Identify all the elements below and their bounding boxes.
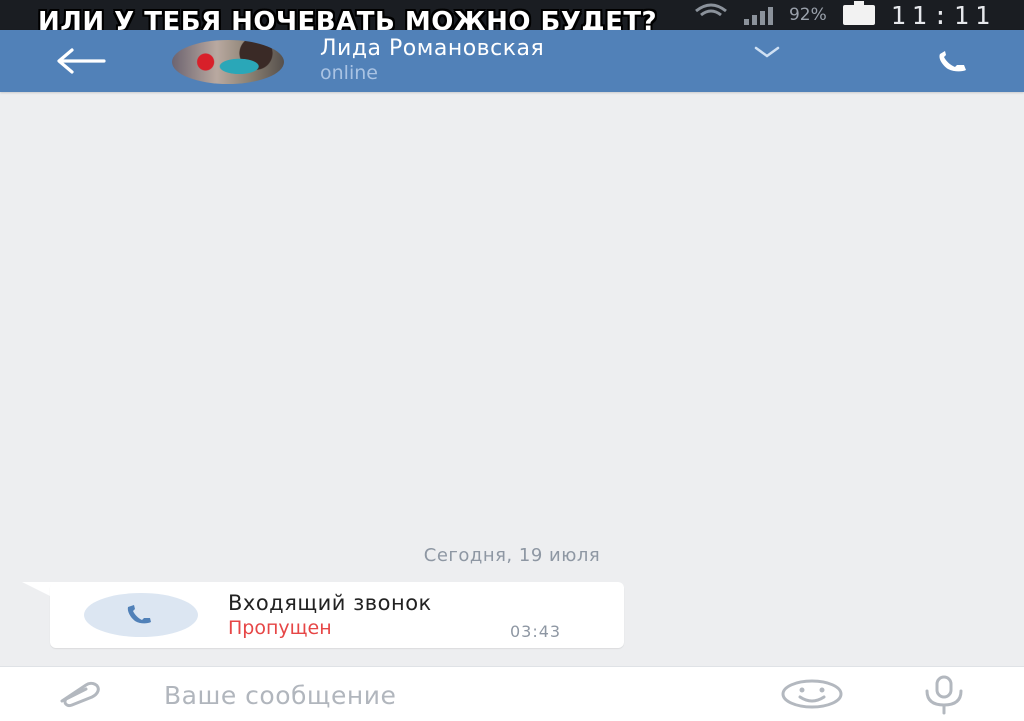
paperclip-icon [60,681,100,707]
microphone-icon [925,675,963,715]
message-input[interactable] [162,675,746,715]
signal-icon [743,5,773,25]
mic-button[interactable] [912,673,976,717]
status-indicators: 92% 11:11 [694,0,996,30]
arrow-left-icon [57,48,106,74]
call-icon-circle [84,593,198,637]
message-composer [0,666,1024,721]
status-time: 11:11 [890,0,996,30]
chevron-down-icon[interactable] [752,44,782,60]
emoji-button[interactable] [778,675,846,713]
battery-percent: 92% [788,5,827,25]
call-message-bubble[interactable]: Входящий звонок Пропущен 03:43 [50,582,624,648]
message-time: 03:43 [510,622,562,641]
call-title: Входящий звонок [228,591,432,615]
contact-name[interactable]: Лида Романовская [320,36,544,61]
call-status: Пропущен [228,617,332,639]
chat-header: Лида Романовская online [0,30,1024,92]
wifi-icon [694,3,728,28]
back-button[interactable] [50,42,110,80]
smiley-icon [781,679,843,709]
date-separator: Сегодня, 19 июля [423,545,601,566]
avatar[interactable] [172,40,284,84]
phone-icon [939,51,966,72]
battery-icon [842,1,875,25]
call-button[interactable] [926,42,988,82]
contact-status: online [320,62,378,84]
attach-button[interactable] [50,675,110,713]
phone-icon [127,605,151,624]
